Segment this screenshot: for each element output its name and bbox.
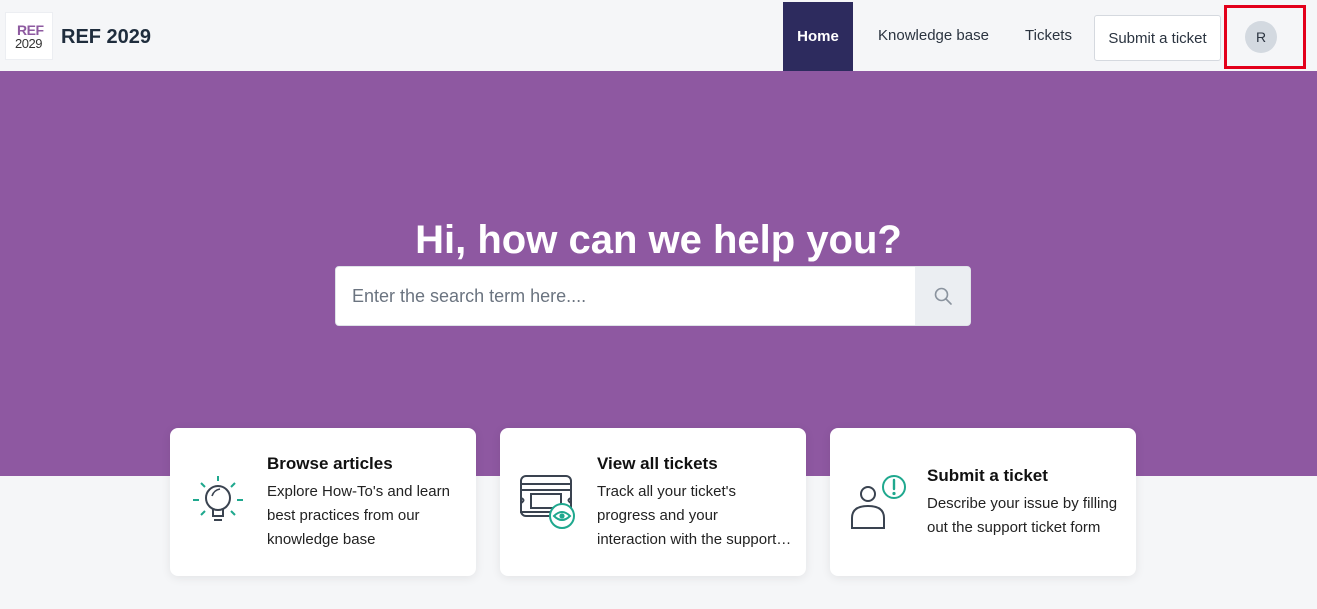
card-title: View all tickets [597,454,718,473]
top-header: REF 2029 REF 2029 Home Knowledge base Ti… [0,0,1317,71]
card-title: Submit a ticket [927,466,1048,485]
nav-home[interactable]: Home [783,2,853,71]
logo-text-bottom: 2029 [15,36,42,51]
logo-text-top: REF [17,22,44,38]
nav-tickets[interactable]: Tickets [1025,26,1072,46]
card-view-tickets[interactable]: View all tickets Track all your ticket's… [500,428,806,576]
search-icon [934,287,952,305]
brand-name[interactable]: REF 2029 [61,25,151,49]
card-description: Track all your ticket's progress and you… [597,480,793,552]
card-browse-articles[interactable]: Browse articles Explore How-To's and lea… [170,428,476,576]
card-description-line1: Track all your ticket's progress and you… [597,483,737,524]
card-description: Describe your issue by filling out the s… [927,495,1118,536]
search-bar [335,266,971,326]
card-title: Browse articles [267,454,393,473]
user-avatar[interactable]: R [1245,21,1277,53]
card-description: Explore How-To's and learn best practice… [267,483,450,548]
ref-logo[interactable]: REF 2029 [5,12,53,60]
search-button[interactable] [915,267,970,325]
lightbulb-icon [193,476,243,521]
submit-ticket-button[interactable]: Submit a ticket [1094,15,1221,61]
person-alert-icon [851,475,906,529]
card-submit-ticket[interactable]: Submit a ticket Describe your issue by f… [830,428,1136,576]
card-description-line2: interaction with the support team [597,531,793,548]
tickets-eye-icon [520,475,575,529]
search-input[interactable] [336,267,915,325]
nav-knowledge-base[interactable]: Knowledge base [878,26,989,46]
hero-title: Hi, how can we help you? [415,218,902,262]
